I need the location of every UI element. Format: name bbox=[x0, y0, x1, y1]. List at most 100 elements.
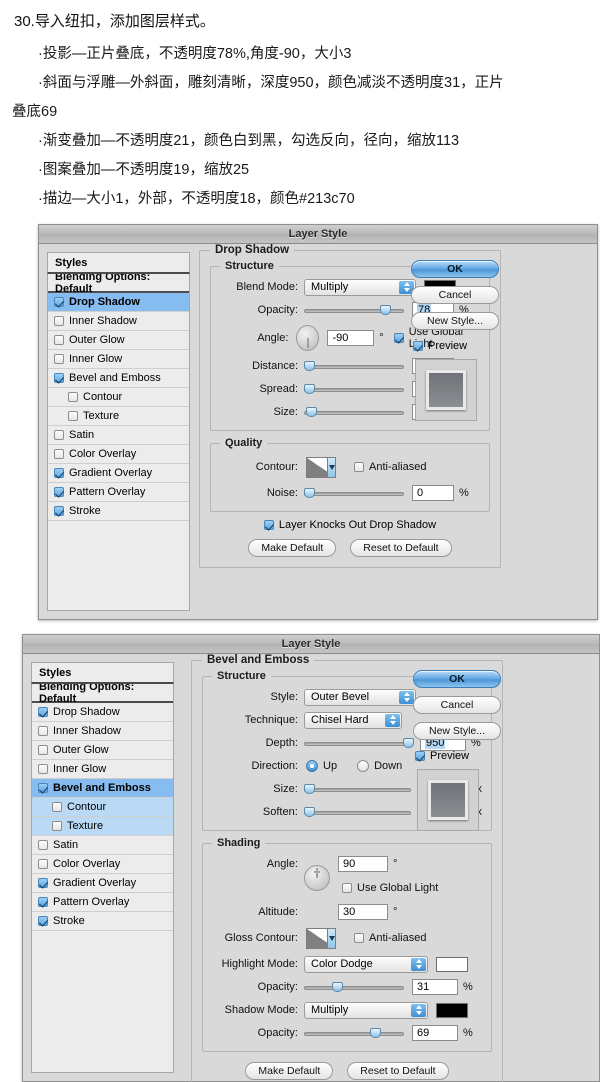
ok-button[interactable]: OK bbox=[413, 670, 501, 688]
style-enable-checkbox[interactable] bbox=[54, 487, 64, 497]
style-enable-checkbox[interactable] bbox=[38, 878, 48, 888]
style-list-item[interactable]: Drop Shadow bbox=[32, 703, 173, 722]
angle-input[interactable]: -90 bbox=[327, 330, 375, 346]
make-default-button[interactable]: Make Default bbox=[245, 1062, 334, 1080]
opacity-slider[interactable] bbox=[304, 304, 404, 316]
chevron-updown-icon bbox=[411, 1003, 426, 1017]
direction-up-radio[interactable] bbox=[306, 760, 318, 772]
style-list-item[interactable]: Outer Glow bbox=[32, 741, 173, 760]
blend-mode-select[interactable]: Multiply bbox=[304, 278, 416, 296]
style-enable-checkbox[interactable] bbox=[54, 354, 64, 364]
style-enable-checkbox[interactable] bbox=[38, 897, 48, 907]
cancel-button[interactable]: Cancel bbox=[413, 696, 501, 714]
style-list-item[interactable]: Satin bbox=[32, 836, 173, 855]
angle-dial[interactable] bbox=[296, 325, 320, 351]
style-list-item[interactable]: Inner Shadow bbox=[48, 312, 189, 331]
style-list-item[interactable]: Bevel and Emboss bbox=[48, 369, 189, 388]
style-list-item[interactable]: Pattern Overlay bbox=[32, 893, 173, 912]
style-list-item[interactable]: Inner Shadow bbox=[32, 722, 173, 741]
distance-slider[interactable] bbox=[304, 360, 404, 372]
style-enable-checkbox[interactable] bbox=[38, 726, 48, 736]
style-list-item[interactable]: Stroke bbox=[32, 912, 173, 931]
cancel-button[interactable]: Cancel bbox=[411, 286, 499, 304]
style-enable-checkbox[interactable] bbox=[54, 506, 64, 516]
altitude-input[interactable]: 30 bbox=[338, 904, 388, 920]
style-enable-checkbox[interactable] bbox=[38, 859, 48, 869]
bevel-style-select[interactable]: Outer Bevel bbox=[304, 688, 416, 706]
style-list-item[interactable]: Texture bbox=[48, 407, 189, 426]
shadow-opacity-input[interactable]: 69 bbox=[412, 1025, 458, 1041]
size-slider[interactable] bbox=[304, 406, 404, 418]
style-list-item[interactable]: Gradient Overlay bbox=[48, 464, 189, 483]
style-enable-checkbox[interactable] bbox=[38, 783, 48, 793]
style-list-item[interactable]: Texture bbox=[32, 817, 173, 836]
style-enable-checkbox[interactable] bbox=[54, 430, 64, 440]
highlight-color-swatch[interactable] bbox=[436, 956, 468, 972]
technique-select[interactable]: Chisel Hard bbox=[304, 711, 402, 729]
direction-down-radio[interactable] bbox=[357, 760, 370, 772]
new-style-button[interactable]: New Style... bbox=[411, 312, 499, 330]
shadow-color-swatch[interactable] bbox=[436, 1002, 468, 1018]
new-style-button[interactable]: New Style... bbox=[413, 722, 501, 740]
style-list-item[interactable]: Stroke bbox=[48, 502, 189, 521]
style-list-item[interactable]: Inner Glow bbox=[32, 760, 173, 779]
shading-angle-input[interactable]: 90 bbox=[338, 856, 388, 872]
reset-to-default-button[interactable]: Reset to Default bbox=[347, 1062, 449, 1080]
style-list-item[interactable]: Drop Shadow bbox=[48, 293, 189, 312]
layer-knocks-out-checkbox[interactable] bbox=[263, 520, 274, 530]
style-list-item[interactable]: Pattern Overlay bbox=[48, 483, 189, 502]
style-enable-checkbox[interactable] bbox=[54, 373, 64, 383]
dialog1-blending-options[interactable]: Blending Options: Default bbox=[48, 274, 189, 295]
make-default-button[interactable]: Make Default bbox=[248, 539, 337, 557]
style-enable-checkbox[interactable] bbox=[54, 468, 64, 478]
reset-to-default-button[interactable]: Reset to Default bbox=[350, 539, 452, 557]
style-list-item[interactable]: Contour bbox=[32, 798, 173, 817]
style-list-item[interactable]: Inner Glow bbox=[48, 350, 189, 369]
style-enable-checkbox[interactable] bbox=[38, 745, 48, 755]
bevel-size-slider[interactable] bbox=[303, 783, 412, 795]
anti-aliased-checkbox[interactable] bbox=[354, 462, 364, 472]
style-list-item[interactable]: Color Overlay bbox=[32, 855, 173, 874]
shading-use-global-light-checkbox[interactable] bbox=[342, 883, 352, 893]
gloss-contour-preset-picker[interactable] bbox=[306, 927, 336, 949]
style-enable-checkbox[interactable] bbox=[54, 297, 64, 307]
soften-slider[interactable] bbox=[303, 806, 412, 818]
style-enable-checkbox[interactable] bbox=[38, 840, 48, 850]
style-enable-checkbox[interactable] bbox=[54, 316, 64, 326]
style-enable-checkbox[interactable] bbox=[38, 764, 48, 774]
dialog1-styles-list[interactable]: Blending Options: Default Drop Shadow Inn… bbox=[47, 274, 190, 611]
style-enable-checkbox[interactable] bbox=[68, 392, 78, 402]
style-list-item[interactable]: Outer Glow bbox=[48, 331, 189, 350]
noise-slider[interactable] bbox=[304, 487, 404, 499]
style-list-item[interactable]: Satin bbox=[48, 426, 189, 445]
style-enable-checkbox[interactable] bbox=[52, 821, 62, 831]
shadow-mode-select[interactable]: Multiply bbox=[304, 1001, 428, 1019]
highlight-mode-select[interactable]: Color Dodge bbox=[304, 955, 428, 973]
dialog2-styles-list[interactable]: Blending Options: Default Drop Shadow Inn… bbox=[31, 684, 174, 1073]
highlight-opacity-input[interactable]: 31 bbox=[412, 979, 458, 995]
shadow-opacity-slider[interactable] bbox=[304, 1027, 404, 1039]
style-enable-checkbox[interactable] bbox=[52, 802, 62, 812]
style-list-item[interactable]: Color Overlay bbox=[48, 445, 189, 464]
style-list-item-label: Inner Glow bbox=[69, 353, 123, 365]
style-list-item[interactable]: Bevel and Emboss bbox=[32, 779, 173, 798]
style-list-item[interactable]: Contour bbox=[48, 388, 189, 407]
contour-preset-picker[interactable] bbox=[306, 456, 336, 478]
dialog2-blending-options[interactable]: Blending Options: Default bbox=[32, 684, 173, 705]
highlight-opacity-slider[interactable] bbox=[304, 981, 404, 993]
style-enable-checkbox[interactable] bbox=[54, 449, 64, 459]
use-global-light-checkbox[interactable] bbox=[393, 333, 404, 343]
noise-input[interactable]: 0 bbox=[412, 485, 454, 501]
preview-checkbox[interactable] bbox=[413, 341, 423, 351]
style-enable-checkbox[interactable] bbox=[38, 916, 48, 926]
gloss-anti-aliased-checkbox[interactable] bbox=[354, 933, 364, 943]
ok-button[interactable]: OK bbox=[411, 260, 499, 278]
depth-slider[interactable] bbox=[304, 737, 415, 749]
shading-angle-dial[interactable] bbox=[304, 865, 330, 891]
style-list-item[interactable]: Gradient Overlay bbox=[32, 874, 173, 893]
preview-checkbox[interactable] bbox=[415, 751, 425, 761]
style-enable-checkbox[interactable] bbox=[68, 411, 78, 421]
style-enable-checkbox[interactable] bbox=[38, 707, 48, 717]
spread-slider[interactable] bbox=[304, 383, 404, 395]
style-enable-checkbox[interactable] bbox=[54, 335, 64, 345]
